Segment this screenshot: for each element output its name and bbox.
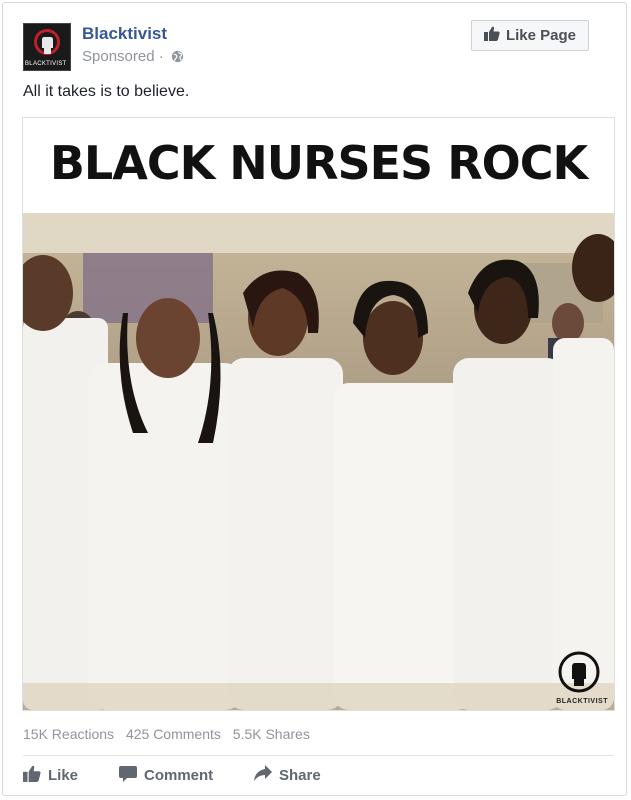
page-name-link[interactable]: Blacktivist (82, 24, 167, 44)
image-headline: BLACK NURSES ROCK (49, 136, 588, 190)
post-image[interactable]: BLACK NURSES ROCK BLACKTIVIST (22, 117, 615, 711)
sponsored-line: Sponsored · (82, 48, 184, 67)
comment-label: Comment (144, 766, 214, 784)
globe-icon[interactable] (171, 50, 184, 67)
engagement-stats: 15K Reactions 425 Comments 5.5K Shares (23, 726, 318, 742)
post-card: BLACKTIVIST Blacktivist Sponsored · Like… (2, 2, 627, 796)
watermark-fist-icon (558, 651, 600, 693)
like-label: Like (48, 766, 79, 784)
share-label: Share (279, 766, 321, 784)
thumbs-up-icon (483, 26, 500, 45)
speech-bubble-icon (119, 765, 137, 786)
divider (23, 755, 614, 756)
comment-button[interactable]: Comment (119, 765, 254, 785)
watermark-text: BLACKTIVIST (556, 698, 608, 705)
group-photo (23, 213, 614, 710)
share-arrow-icon (254, 765, 272, 785)
avatar-text: BLACKTIVIST (25, 61, 67, 67)
sponsored-label[interactable]: Sponsored (82, 48, 155, 65)
like-page-label: Like Page (505, 27, 577, 44)
action-bar: Like Comment Share (23, 765, 321, 785)
share-button[interactable]: Share (254, 765, 321, 785)
post-message: All it takes is to believe. (23, 83, 190, 100)
like-button[interactable]: Like (23, 765, 119, 785)
thumbs-up-icon (23, 765, 41, 786)
shares-count[interactable]: 5.5K Shares (233, 726, 310, 742)
sponsored-separator: · (154, 48, 164, 65)
comments-count[interactable]: 425 Comments (126, 726, 221, 742)
like-page-button[interactable]: Like Page (471, 20, 589, 51)
reactions-count[interactable]: 15K Reactions (23, 726, 114, 742)
